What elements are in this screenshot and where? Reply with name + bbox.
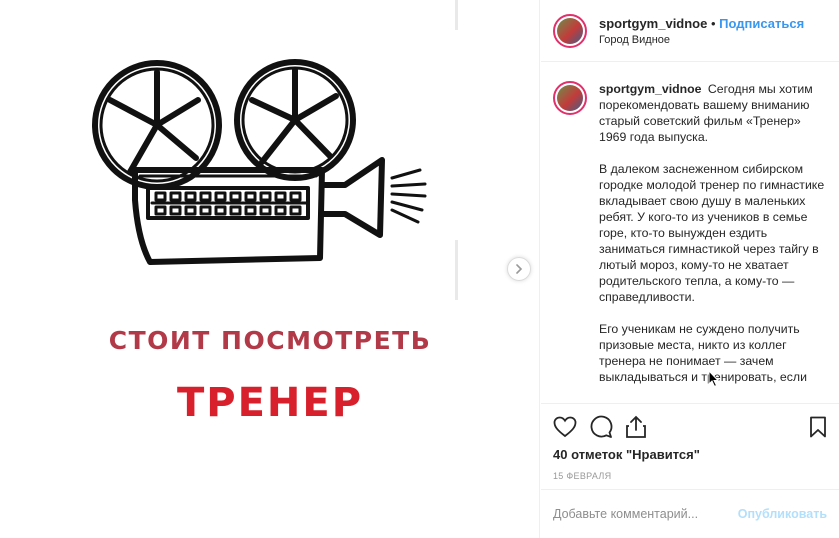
comment-input[interactable]: Добавьте комментарий...: [553, 507, 738, 521]
comments-area[interactable]: sportgym_vidnoe Сегодня мы хотим пореком…: [541, 63, 839, 403]
follow-button[interactable]: Подписаться: [719, 16, 804, 31]
caption-comment: sportgym_vidnoe Сегодня мы хотим пореком…: [553, 81, 827, 401]
image-caption-top: СТОИТ ПОСМОТРЕТЬ: [108, 326, 432, 355]
location-link[interactable]: Город Видное: [599, 34, 804, 46]
heart-icon[interactable]: [553, 416, 577, 438]
post-header: sportgym_vidnoe • Подписаться Город Видн…: [541, 0, 839, 62]
mouse-cursor-icon: [708, 370, 720, 388]
comment-icon[interactable]: [589, 415, 613, 439]
username-link[interactable]: sportgym_vidnoe: [599, 16, 707, 31]
bookmark-icon[interactable]: [809, 416, 827, 438]
post-image[interactable]: СТОИТ ПОСМОТРЕТЬ ТРЕНЕР: [0, 0, 540, 538]
post-actions: 40 отметок "Нравится" 15 ФЕВРАЛЯ: [541, 403, 839, 489]
separator-dot: •: [710, 15, 716, 31]
avatar[interactable]: [553, 81, 587, 115]
frame-edge: [455, 240, 458, 300]
post-date[interactable]: 15 ФЕВРАЛЯ: [553, 471, 827, 481]
image-caption-title: ТРЕНЕР: [176, 380, 364, 426]
likes-count[interactable]: 40 отметок "Нравится": [553, 447, 827, 462]
comment-text: sportgym_vidnoe Сегодня мы хотим пореком…: [599, 81, 827, 401]
add-comment-bar: Добавьте комментарий... Опубликовать: [541, 489, 839, 538]
chevron-right-icon: [516, 264, 523, 274]
frame-edge: [455, 0, 458, 30]
next-image-button[interactable]: [507, 257, 531, 281]
film-camera-illustration: [92, 59, 427, 265]
avatar[interactable]: [553, 13, 587, 48]
comment-paragraph: В далеком заснеженном сибирском городке …: [599, 162, 825, 304]
comment-username[interactable]: sportgym_vidnoe: [599, 82, 702, 96]
share-icon[interactable]: [625, 415, 647, 439]
post-sidebar: sportgym_vidnoe • Подписаться Город Видн…: [541, 0, 839, 538]
publish-button[interactable]: Опубликовать: [738, 507, 827, 521]
